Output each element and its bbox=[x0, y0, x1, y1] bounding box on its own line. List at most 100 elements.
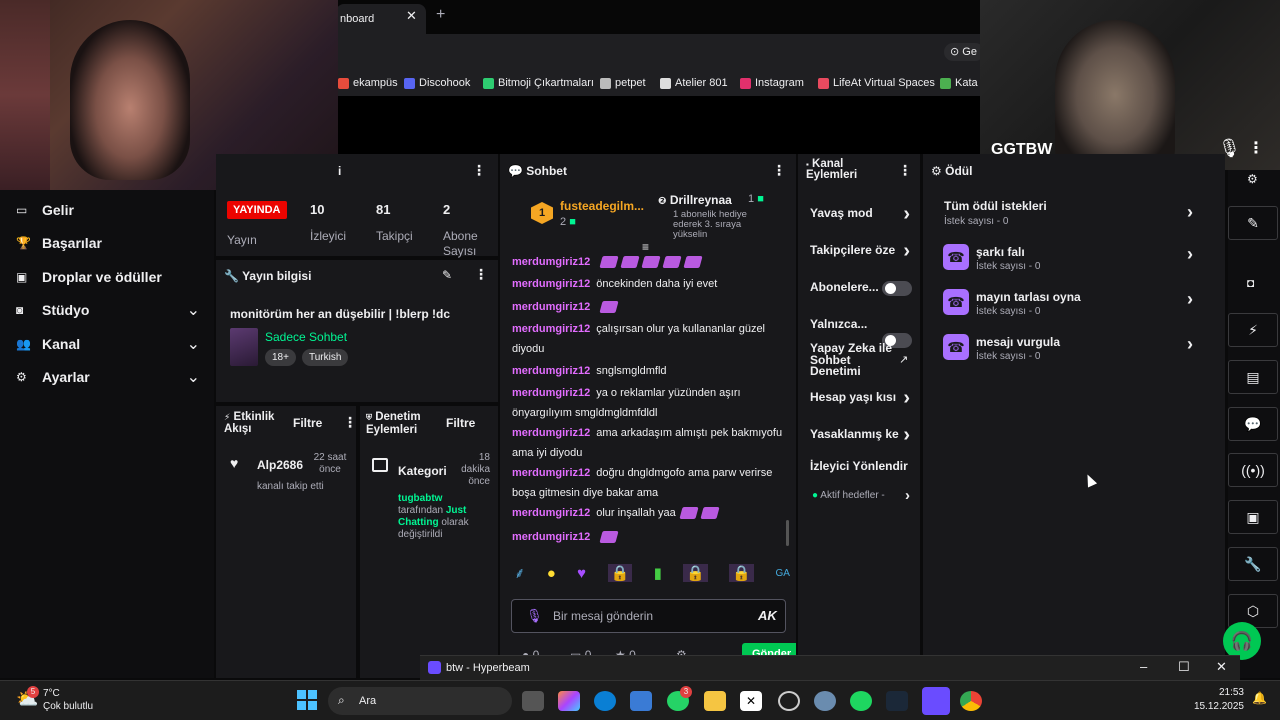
emote-icon[interactable]: ● bbox=[547, 565, 556, 582]
bookmark-item[interactable]: Bitmoji Çıkartmaları bbox=[483, 77, 594, 89]
channel-action-item[interactable]: Takipçilere öze bbox=[810, 243, 914, 257]
settings-icon[interactable] bbox=[814, 691, 836, 711]
emote-icon[interactable]: ▮ bbox=[654, 564, 662, 582]
copilot-icon[interactable] bbox=[558, 691, 580, 711]
stats-menu-icon[interactable]: ⋮ bbox=[472, 162, 486, 179]
chat-menu-icon[interactable]: ⋮ bbox=[772, 162, 786, 179]
chat-username[interactable]: merdumgiriz12 bbox=[512, 365, 590, 377]
chevron-right-icon[interactable]: › bbox=[1187, 289, 1193, 310]
chat-username[interactable]: merdumgiriz12 bbox=[512, 278, 590, 290]
locked-emote-icon[interactable]: 🔒 bbox=[729, 564, 755, 582]
activity-filter-button[interactable]: Filtre bbox=[293, 416, 322, 430]
heart-emote-icon[interactable]: ♥ bbox=[577, 565, 586, 582]
reward-item[interactable]: ☎ mesajı vurgula İstek sayısı - 0 › bbox=[943, 334, 1223, 364]
toggle-switch[interactable] bbox=[882, 281, 912, 296]
google-lens-button[interactable]: ⊙ Ge bbox=[944, 43, 984, 61]
reward-item[interactable]: ☎ şarkı falı İstek sayısı - 0 › bbox=[943, 244, 1223, 274]
hyperbeam-taskbar-icon[interactable] bbox=[922, 687, 950, 715]
chrome-icon[interactable] bbox=[960, 691, 982, 711]
chat-username[interactable]: merdumgiriz12 bbox=[512, 256, 590, 268]
chat-bubble-icon[interactable]: 💬 bbox=[1228, 407, 1278, 441]
bookmark-item[interactable]: Discohook bbox=[404, 77, 470, 89]
video-icon[interactable]: ▣ bbox=[1228, 500, 1278, 534]
maximize-icon[interactable]: ☐ bbox=[1178, 659, 1190, 675]
edit-icon[interactable]: ✎ bbox=[442, 268, 452, 282]
notification-icon[interactable]: 🔔 bbox=[1252, 691, 1267, 705]
chat-username[interactable]: merdumgiriz12 bbox=[512, 531, 590, 543]
chevron-down-icon[interactable]: ⌄ bbox=[187, 334, 200, 354]
emote-icon[interactable] bbox=[599, 301, 619, 314]
bookmark-item[interactable]: ekampüs bbox=[338, 77, 398, 89]
bookmark-item[interactable]: LifeAt Virtual Spaces bbox=[818, 77, 935, 89]
minimize-icon[interactable]: – bbox=[1140, 659, 1147, 674]
chevron-right-icon[interactable]: › bbox=[903, 203, 910, 226]
category-link[interactable]: Sadece Sohbet bbox=[265, 330, 347, 344]
chat-input[interactable]: 🎙 Bir mesaj gönderin AK bbox=[511, 599, 786, 633]
chevron-right-icon[interactable]: › bbox=[903, 240, 910, 263]
chevron-right-icon[interactable]: › bbox=[1187, 244, 1193, 265]
channel-action-item[interactable]: İzleyici Yönlendir bbox=[810, 459, 914, 473]
store-icon[interactable] bbox=[630, 691, 652, 711]
emote-icon[interactable] bbox=[683, 256, 703, 269]
ai-icon[interactable]: AK bbox=[758, 608, 777, 623]
edit-icon[interactable]: ✎ bbox=[1228, 206, 1278, 240]
activity-menu-icon[interactable]: ⋮ bbox=[343, 414, 357, 431]
sidebar-item[interactable]: ⚙ Ayarlar ⌄ bbox=[16, 367, 200, 387]
emote-icon[interactable]: GA bbox=[776, 568, 790, 579]
emote-icon[interactable] bbox=[700, 507, 720, 520]
leader1-name[interactable]: fusteadegilm... bbox=[560, 199, 644, 213]
sidebar-item[interactable]: ◙ Stüdyo ⌄ bbox=[16, 300, 200, 320]
tab-close-icon[interactable]: ✕ bbox=[406, 8, 417, 24]
chevron-right-icon[interactable]: › bbox=[905, 487, 910, 504]
external-link-icon[interactable]: ↗ bbox=[899, 353, 908, 366]
more-icon[interactable]: ⋮ bbox=[1248, 138, 1264, 158]
search-box[interactable]: ⌕ Ara bbox=[328, 687, 512, 715]
chevron-right-icon[interactable]: › bbox=[903, 424, 910, 447]
sidebar-item[interactable]: 👥 Kanal ⌄ bbox=[16, 334, 200, 354]
bookmark-item[interactable]: Atelier 801 bbox=[660, 77, 728, 89]
chat-username[interactable]: merdumgiriz12 bbox=[512, 323, 590, 335]
chevron-right-icon[interactable]: › bbox=[1187, 202, 1193, 223]
activity-user[interactable]: Alp2686 bbox=[257, 458, 303, 472]
chevron-down-icon[interactable]: ⌄ bbox=[187, 300, 200, 320]
moderation-user[interactable]: tugbabtw bbox=[398, 493, 442, 504]
tag-pill[interactable]: Turkish bbox=[302, 349, 349, 366]
all-requests[interactable]: Tüm ödül istekleri bbox=[944, 199, 1047, 213]
chat-username[interactable]: merdumgiriz12 bbox=[512, 427, 590, 439]
locked-emote-icon[interactable]: 🔒 bbox=[607, 564, 633, 582]
channel-action-item[interactable]: Yalnızca... bbox=[810, 317, 914, 331]
stream-info-menu-icon[interactable]: ⋮ bbox=[474, 266, 488, 283]
emote-icon[interactable]: ⸙ bbox=[514, 563, 525, 583]
channel-action-item[interactable]: Yapay Zeka ile Sohbet Denetimi bbox=[810, 343, 894, 378]
task-view-icon[interactable] bbox=[522, 691, 544, 711]
channel-action-item[interactable]: Hesap yaşı kısı bbox=[810, 390, 914, 404]
chevron-right-icon[interactable]: › bbox=[903, 387, 910, 410]
microphone-icon[interactable]: 🎙 bbox=[526, 608, 543, 624]
sidebar-item[interactable]: ▭ Gelir bbox=[16, 202, 200, 218]
locked-emote-icon[interactable]: 🔒 bbox=[683, 564, 708, 582]
chevron-right-icon[interactable]: › bbox=[1187, 334, 1193, 355]
sidebar-item[interactable]: ▣ Droplar ve ödüller bbox=[16, 269, 200, 285]
bookmark-item[interactable]: Instagram bbox=[740, 77, 804, 89]
chat-username[interactable]: merdumgiriz12 bbox=[512, 387, 590, 399]
chevron-down-icon[interactable]: ⌄ bbox=[187, 367, 200, 387]
gear-icon[interactable]: ⚙ bbox=[1247, 172, 1258, 186]
emote-icon[interactable] bbox=[679, 507, 699, 520]
notes-icon[interactable]: ▤ bbox=[1228, 360, 1278, 394]
start-icon[interactable] bbox=[297, 690, 317, 710]
moderation-filter-button[interactable]: Filtre bbox=[446, 416, 475, 430]
chat-scrollbar[interactable] bbox=[786, 520, 789, 546]
tag-pill[interactable]: 18+ bbox=[265, 349, 296, 366]
steam-icon[interactable] bbox=[886, 691, 908, 711]
emote-icon[interactable] bbox=[662, 256, 682, 269]
emote-icon[interactable] bbox=[599, 256, 619, 269]
reward-item[interactable]: ☎ mayın tarlası oyna İstek sayısı - 0 › bbox=[943, 289, 1223, 319]
sidebar-item[interactable]: 🏆 Başarılar bbox=[16, 235, 200, 251]
camera-icon[interactable]: ◘ bbox=[1247, 276, 1254, 290]
lightning-icon[interactable]: ⚡ bbox=[1228, 313, 1278, 347]
bookmark-item[interactable]: petpet bbox=[600, 77, 646, 89]
emote-icon[interactable] bbox=[641, 256, 661, 269]
file-explorer-icon[interactable] bbox=[704, 691, 726, 711]
chat-username[interactable]: merdumgiriz12 bbox=[512, 467, 590, 479]
new-tab-icon[interactable]: + bbox=[436, 6, 445, 24]
